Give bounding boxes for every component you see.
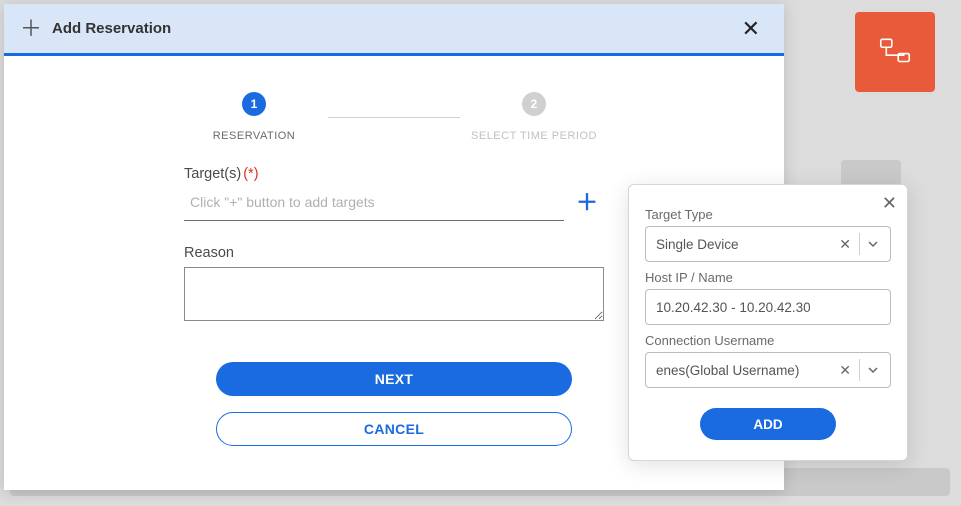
target-type-label: Target Type <box>645 207 891 222</box>
add-target-button[interactable]: ＋ <box>570 188 604 218</box>
connection-username-clear[interactable]: ✕ <box>831 362 859 379</box>
targets-label: Target(s) (*) <box>184 166 259 182</box>
popover-add-button[interactable]: ADD <box>700 408 836 440</box>
host-input[interactable] <box>645 289 891 325</box>
reason-textarea[interactable] <box>184 267 604 321</box>
connection-username-value: enes(Global Username) <box>656 363 831 378</box>
cancel-button[interactable]: CANCEL <box>216 412 572 446</box>
chevron-down-icon[interactable] <box>860 237 886 252</box>
modal-buttons: NEXT CANCEL <box>184 362 604 446</box>
targets-field: Target(s) (*) ＋ <box>184 166 604 221</box>
step-reservation: 1 RESERVATION <box>184 92 324 142</box>
targets-input[interactable] <box>184 184 564 221</box>
step-1-label: RESERVATION <box>213 130 296 142</box>
step-select-time: 2 SELECT TIME PERIOD <box>464 92 604 142</box>
modal-close-button[interactable]: ✕ <box>736 12 766 46</box>
add-target-popover: ✕ Target Type Single Device ✕ Host IP / … <box>628 184 908 461</box>
reason-label: Reason <box>184 245 604 261</box>
target-type-select[interactable]: Single Device ✕ <box>645 226 891 262</box>
targets-label-text: Target(s) <box>184 166 241 182</box>
plus-icon: ＋ <box>22 20 40 38</box>
host-label: Host IP / Name <box>645 270 891 285</box>
network-icon <box>876 33 914 71</box>
modal-header: ＋ Add Reservation ✕ <box>4 4 784 56</box>
step-2-label: SELECT TIME PERIOD <box>471 130 597 142</box>
step-1-circle: 1 <box>242 92 266 116</box>
target-type-value: Single Device <box>656 237 831 252</box>
connection-username-label: Connection Username <box>645 333 891 348</box>
reason-field: Reason <box>184 245 604 326</box>
connection-username-select[interactable]: enes(Global Username) ✕ <box>645 352 891 388</box>
step-connector <box>328 117 460 118</box>
chevron-down-icon-2[interactable] <box>860 363 886 378</box>
target-type-clear[interactable]: ✕ <box>831 236 859 253</box>
next-button[interactable]: NEXT <box>216 362 572 396</box>
background-app-tile <box>855 12 935 92</box>
stepper: 1 RESERVATION 2 SELECT TIME PERIOD <box>184 92 604 142</box>
targets-required-mark: (*) <box>243 166 258 182</box>
popover-close-button[interactable]: ✕ <box>882 193 897 214</box>
modal-title: Add Reservation <box>52 20 171 37</box>
step-2-circle: 2 <box>522 92 546 116</box>
